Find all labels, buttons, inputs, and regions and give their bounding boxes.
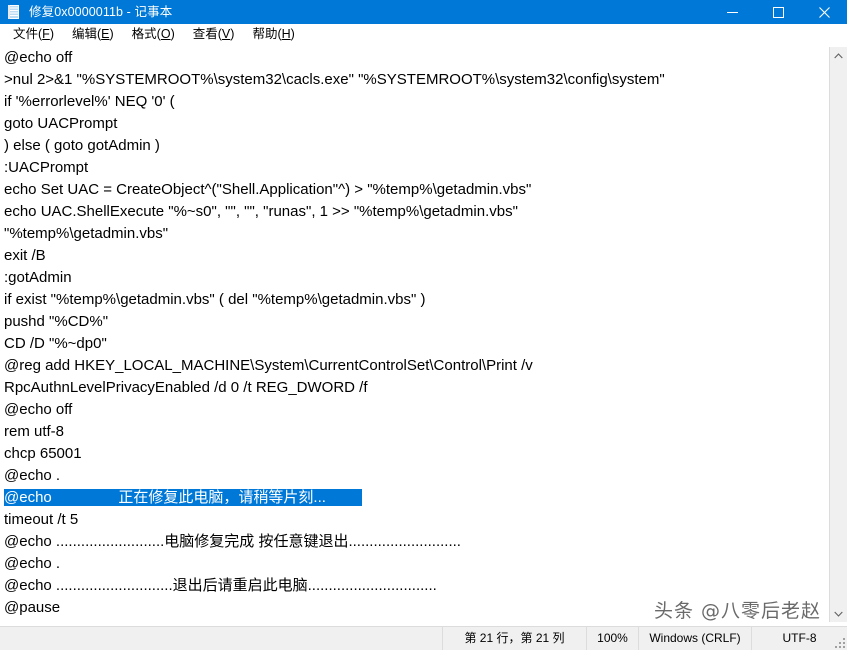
text-line[interactable]: pushd "%CD%" — [0, 311, 829, 333]
text-line[interactable]: @echo off — [0, 399, 829, 421]
menu-edit-label: 编辑( — [71, 26, 102, 41]
scroll-down-arrow[interactable] — [830, 605, 847, 622]
menu-view[interactable]: 查看(V) — [184, 25, 244, 45]
text-line[interactable]: echo Set UAC = CreateObject^("Shell.Appl… — [0, 179, 829, 201]
menu-help-label: 帮助( — [252, 26, 282, 41]
status-line-ending: Windows (CRLF) — [638, 627, 751, 650]
maximize-button[interactable] — [755, 0, 801, 24]
text-line-selected[interactable]: @echo 正在修复此电脑，请稍等片刻... — [0, 487, 829, 509]
status-zoom-level[interactable]: 100% — [586, 627, 638, 650]
status-cursor-position: 第 21 行，第 21 列 — [442, 627, 586, 650]
selection-highlight: @echo 正在修复此电脑，请稍等片刻... — [4, 489, 362, 506]
window-title: 修复0x0000011b - 记事本 — [29, 5, 173, 19]
text-line[interactable]: @echo . — [0, 465, 829, 487]
menu-view-accel: V — [221, 26, 231, 41]
menu-edit-close-paren: ) — [109, 26, 114, 41]
menu-file[interactable]: 文件(F) — [4, 25, 63, 45]
text-line[interactable]: if exist "%temp%\getadmin.vbs" ( del "%t… — [0, 289, 829, 311]
menu-file-close-paren: ) — [49, 26, 54, 41]
vertical-scrollbar[interactable] — [829, 47, 847, 622]
scroll-up-arrow[interactable] — [830, 47, 847, 64]
text-line[interactable]: :gotAdmin — [0, 267, 829, 289]
window-controls — [709, 0, 847, 24]
resize-grip-icon[interactable] — [833, 636, 845, 648]
menu-view-close-paren: ) — [230, 26, 235, 41]
text-line[interactable]: ) else ( goto gotAdmin ) — [0, 135, 829, 157]
minimize-button[interactable] — [709, 0, 755, 24]
editor-area: @echo off >nul 2>&1 "%SYSTEMROOT%\system3… — [0, 46, 847, 622]
menu-format[interactable]: 格式(O) — [123, 25, 184, 45]
status-bar: 第 21 行，第 21 列 100% Windows (CRLF) UTF-8 — [0, 626, 847, 650]
text-line[interactable]: if '%errorlevel%' NEQ '0' ( — [0, 91, 829, 113]
text-line[interactable]: timeout /t 5 — [0, 509, 829, 531]
menu-file-accel: F — [42, 26, 50, 41]
close-button[interactable] — [801, 0, 847, 24]
menu-help-accel: H — [281, 26, 291, 41]
text-line[interactable]: @reg add HKEY_LOCAL_MACHINE\System\Curre… — [0, 355, 829, 377]
text-line[interactable]: rem utf-8 — [0, 421, 829, 443]
menu-help[interactable]: 帮助(H) — [243, 25, 303, 45]
text-line[interactable]: >nul 2>&1 "%SYSTEMROOT%\system32\cacls.e… — [0, 69, 829, 91]
text-line[interactable]: "%temp%\getadmin.vbs" — [0, 223, 829, 245]
menu-help-close-paren: ) — [290, 26, 295, 41]
title-bar[interactable]: 修复0x0000011b - 记事本 — [0, 0, 847, 24]
text-line[interactable]: CD /D "%~dp0" — [0, 333, 829, 355]
text-line[interactable]: @echo off — [0, 47, 829, 69]
scrollbar-track[interactable] — [830, 64, 847, 605]
text-content: @echo off >nul 2>&1 "%SYSTEMROOT%\system3… — [0, 47, 829, 619]
text-line[interactable]: @echo ..........................电脑修复完成 按… — [0, 531, 829, 553]
menu-format-close-paren: ) — [170, 26, 175, 41]
text-line[interactable]: exit /B — [0, 245, 829, 267]
menu-view-label: 查看( — [192, 26, 222, 41]
text-editor[interactable]: @echo off >nul 2>&1 "%SYSTEMROOT%\system3… — [0, 47, 829, 622]
text-line[interactable]: goto UACPrompt — [0, 113, 829, 135]
text-line[interactable]: :UACPrompt — [0, 157, 829, 179]
menu-file-label: 文件( — [13, 26, 43, 41]
text-line[interactable]: RpcAuthnLevelPrivacyEnabled /d 0 /t REG_… — [0, 377, 829, 399]
menu-edit[interactable]: 编辑(E) — [63, 25, 123, 45]
notepad-icon — [6, 4, 22, 20]
menu-bar: 文件(F) 编辑(E) 格式(O) 查看(V) 帮助(H) — [0, 24, 847, 46]
text-line[interactable]: @pause — [0, 597, 829, 619]
menu-format-label: 格式( — [131, 26, 161, 41]
menu-edit-accel: E — [101, 26, 110, 41]
text-line[interactable]: chcp 65001 — [0, 443, 829, 465]
menu-format-accel: O — [160, 26, 171, 41]
text-line[interactable]: @echo ............................退出后请重启… — [0, 575, 829, 597]
text-line[interactable]: echo UAC.ShellExecute "%~s0", "", "", "r… — [0, 201, 829, 223]
status-bar-spacer — [0, 627, 442, 650]
notepad-window: 修复0x0000011b - 记事本 文件(F) 编辑(E) 格式(O) 查看(… — [0, 0, 847, 650]
text-line[interactable]: @echo . — [0, 553, 829, 575]
